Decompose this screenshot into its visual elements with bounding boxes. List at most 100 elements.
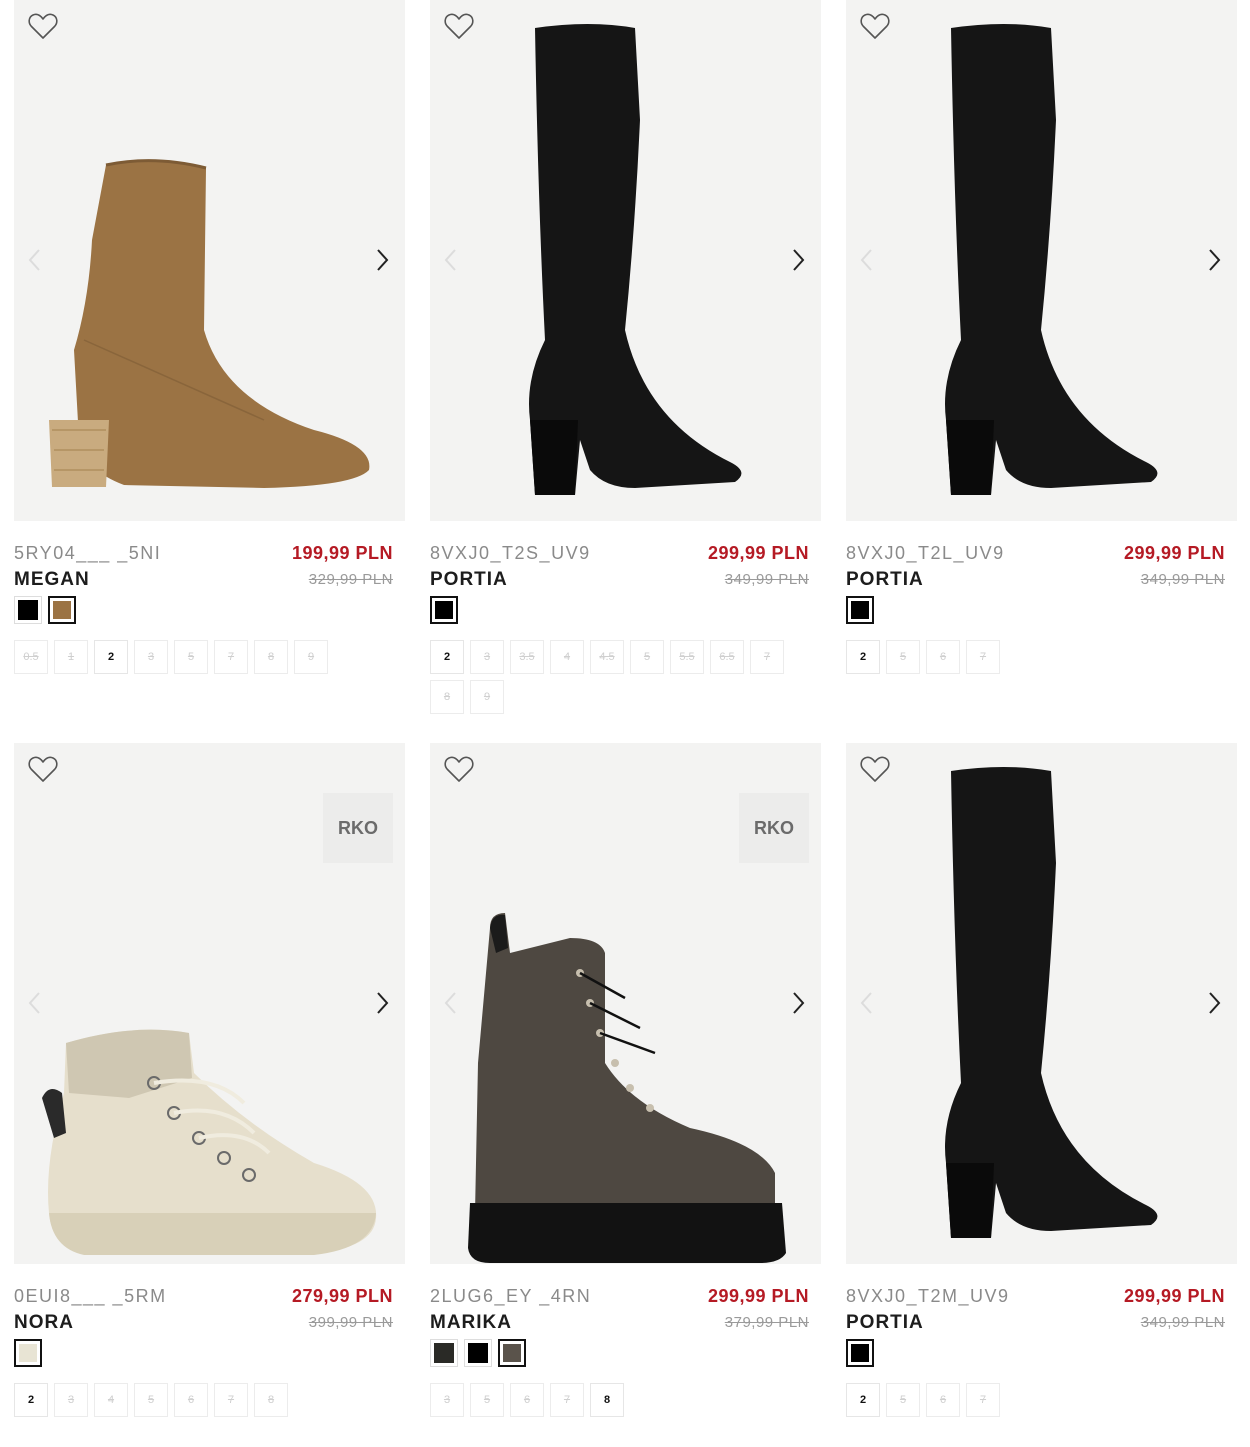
- size-option[interactable]: 5.5: [670, 640, 704, 674]
- product-name[interactable]: PORTIA: [846, 1312, 924, 1334]
- color-swatches: [846, 596, 874, 624]
- size-option[interactable]: 2: [430, 640, 464, 674]
- color-swatch[interactable]: [498, 1339, 526, 1367]
- product-name[interactable]: PORTIA: [430, 569, 508, 591]
- product-card[interactable]: RKO 2LUG6_EY _4RN MARIKA 299,99 PLN 379,…: [430, 743, 821, 1417]
- color-swatch[interactable]: [48, 596, 76, 624]
- size-option[interactable]: 3: [430, 1383, 464, 1417]
- product-info: 0EUI8___ _5RM NORA 279,99 PLN 399,99 PLN: [14, 1264, 405, 1344]
- size-option[interactable]: 9: [470, 680, 504, 714]
- chevron-left-icon[interactable]: [26, 989, 44, 1017]
- size-option[interactable]: 5: [630, 640, 664, 674]
- size-option[interactable]: 5: [470, 1383, 504, 1417]
- size-option[interactable]: 3: [134, 640, 168, 674]
- size-option[interactable]: 4.5: [590, 640, 624, 674]
- color-swatch[interactable]: [430, 1339, 458, 1367]
- size-option[interactable]: 7: [214, 1383, 248, 1417]
- size-option[interactable]: 3.5: [510, 640, 544, 674]
- size-option[interactable]: 8: [254, 640, 288, 674]
- size-options: 35678: [430, 1383, 821, 1417]
- product-card[interactable]: 8VXJ0_T2L_UV9 PORTIA 299,99 PLN 349,99 P…: [846, 0, 1237, 674]
- size-option[interactable]: 7: [750, 640, 784, 674]
- size-option[interactable]: 4: [550, 640, 584, 674]
- size-option[interactable]: 8: [254, 1383, 288, 1417]
- product-info: 8VXJ0_T2M_UV9 PORTIA 299,99 PLN 349,99 P…: [846, 1264, 1237, 1344]
- product-card[interactable]: RKO 0EUI8___ _5RM NORA 279,99 PLN 399,99…: [14, 743, 405, 1417]
- color-swatches: [14, 596, 76, 624]
- size-option[interactable]: 6: [174, 1383, 208, 1417]
- size-option[interactable]: 6: [926, 640, 960, 674]
- heart-icon[interactable]: [860, 755, 890, 783]
- size-option[interactable]: 7: [214, 640, 248, 674]
- color-swatch[interactable]: [14, 596, 42, 624]
- product-card[interactable]: 8VXJ0_T2M_UV9 PORTIA 299,99 PLN 349,99 P…: [846, 743, 1237, 1417]
- swatch-color: [503, 1344, 521, 1362]
- chevron-right-icon[interactable]: [373, 989, 391, 1017]
- color-swatches: [14, 1339, 42, 1367]
- size-option[interactable]: 6: [510, 1383, 544, 1417]
- color-swatch[interactable]: [430, 596, 458, 624]
- product-image[interactable]: RKO: [430, 743, 821, 1264]
- product-name[interactable]: MARIKA: [430, 1312, 512, 1334]
- size-option[interactable]: 8: [590, 1383, 624, 1417]
- size-option[interactable]: 8: [430, 680, 464, 714]
- product-image[interactable]: [846, 743, 1237, 1264]
- size-option[interactable]: 4: [94, 1383, 128, 1417]
- heart-icon[interactable]: [860, 12, 890, 40]
- product-price: 299,99 PLN: [1123, 543, 1225, 563]
- size-option[interactable]: 9: [294, 640, 328, 674]
- product-image[interactable]: [14, 0, 405, 521]
- size-option[interactable]: 2: [846, 640, 880, 674]
- size-option[interactable]: 5: [134, 1383, 168, 1417]
- product-card[interactable]: 5RY04___ _5NI MEGAN 199,99 PLN 329,99 PL…: [14, 0, 405, 674]
- color-swatch[interactable]: [846, 596, 874, 624]
- product-image[interactable]: RKO: [14, 743, 405, 1264]
- size-option[interactable]: 5: [886, 640, 920, 674]
- product-old-price: 379,99 PLN: [724, 1314, 809, 1331]
- product-image[interactable]: [430, 0, 821, 521]
- heart-icon[interactable]: [444, 755, 474, 783]
- swatch-color: [851, 601, 869, 619]
- product-name[interactable]: MEGAN: [14, 569, 90, 591]
- size-options: 2567: [846, 1383, 1237, 1417]
- shoe-image: [430, 0, 821, 521]
- product-old-price: 349,99 PLN: [1140, 571, 1225, 588]
- size-option[interactable]: 6: [926, 1383, 960, 1417]
- product-image[interactable]: [846, 0, 1237, 521]
- chevron-right-icon[interactable]: [1205, 989, 1223, 1017]
- size-option[interactable]: 3: [54, 1383, 88, 1417]
- color-swatch[interactable]: [464, 1339, 492, 1367]
- heart-icon[interactable]: [444, 12, 474, 40]
- chevron-left-icon[interactable]: [442, 246, 460, 274]
- shoe-image: [14, 0, 405, 521]
- chevron-right-icon[interactable]: [789, 989, 807, 1017]
- chevron-left-icon[interactable]: [858, 989, 876, 1017]
- color-swatch[interactable]: [14, 1339, 42, 1367]
- chevron-left-icon[interactable]: [858, 246, 876, 274]
- chevron-left-icon[interactable]: [26, 246, 44, 274]
- product-name[interactable]: NORA: [14, 1312, 74, 1334]
- color-swatch[interactable]: [846, 1339, 874, 1367]
- size-option[interactable]: 6.5: [710, 640, 744, 674]
- chevron-left-icon[interactable]: [442, 989, 460, 1017]
- size-option[interactable]: 2: [846, 1383, 880, 1417]
- chevron-right-icon[interactable]: [789, 246, 807, 274]
- product-code: 5RY04___ _5NI: [14, 543, 162, 563]
- size-option[interactable]: 3: [470, 640, 504, 674]
- size-option[interactable]: 1: [54, 640, 88, 674]
- size-option[interactable]: 7: [966, 640, 1000, 674]
- product-name[interactable]: PORTIA: [846, 569, 924, 591]
- shoe-image: [846, 0, 1237, 521]
- size-option[interactable]: 7: [966, 1383, 1000, 1417]
- heart-icon[interactable]: [28, 12, 58, 40]
- size-option[interactable]: 5: [174, 640, 208, 674]
- size-option[interactable]: 7: [550, 1383, 584, 1417]
- chevron-right-icon[interactable]: [373, 246, 391, 274]
- size-option[interactable]: 5: [886, 1383, 920, 1417]
- size-option[interactable]: 0.5: [14, 640, 48, 674]
- size-option[interactable]: 2: [94, 640, 128, 674]
- size-option[interactable]: 2: [14, 1383, 48, 1417]
- product-card[interactable]: 8VXJ0_T2S_UV9 PORTIA 299,99 PLN 349,99 P…: [430, 0, 821, 714]
- heart-icon[interactable]: [28, 755, 58, 783]
- chevron-right-icon[interactable]: [1205, 246, 1223, 274]
